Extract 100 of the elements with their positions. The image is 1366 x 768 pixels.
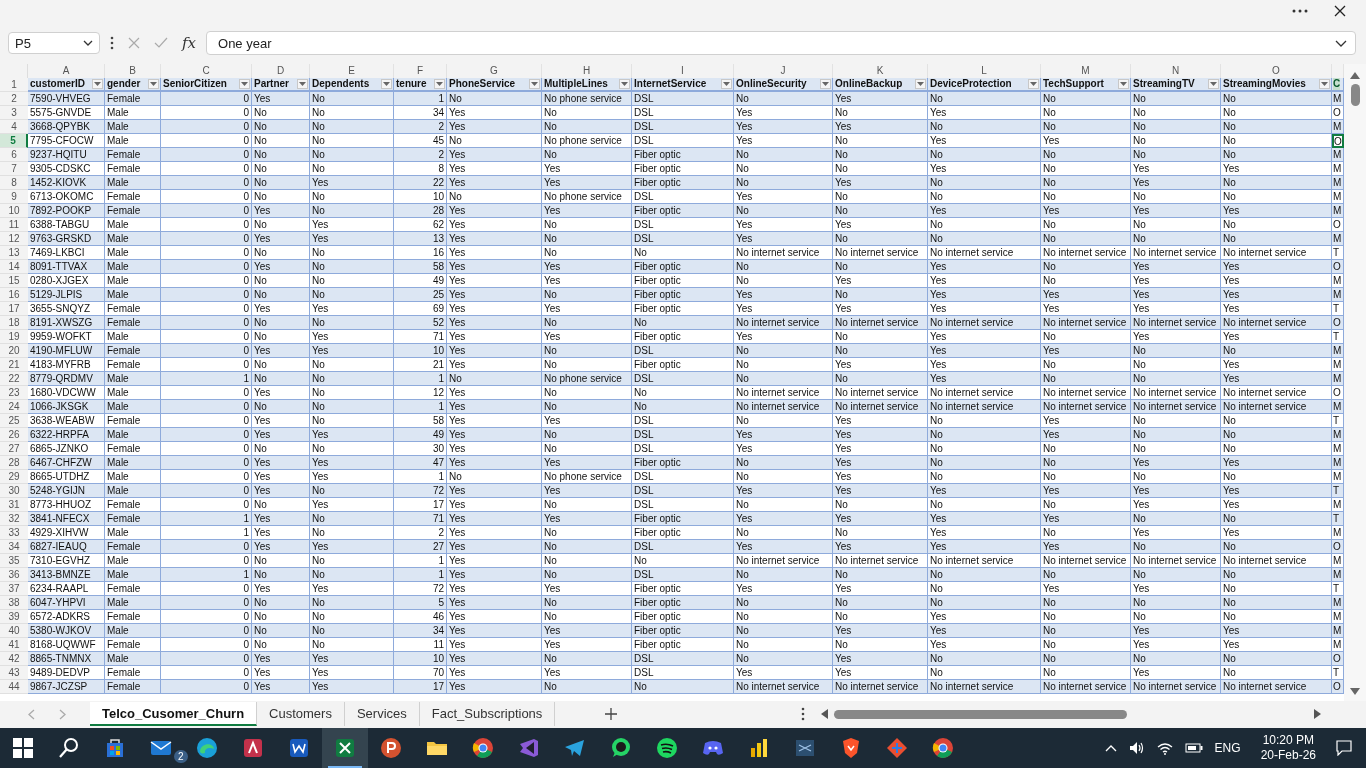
- filter-dropdown-button[interactable]: [239, 79, 250, 89]
- sheet-tab[interactable]: Fact_Subscriptions: [419, 702, 556, 726]
- filter-dropdown-button[interactable]: [148, 79, 159, 89]
- filter-dropdown-button[interactable]: [297, 79, 308, 89]
- row-number[interactable]: 25: [0, 414, 28, 428]
- row-number[interactable]: 27: [0, 442, 28, 456]
- windows-logo-icon[interactable]: [11, 736, 35, 760]
- caret-icon[interactable]: [83, 40, 93, 46]
- filter-dropdown-button[interactable]: [721, 79, 732, 89]
- app-tile-icon[interactable]: [333, 736, 357, 760]
- row-number[interactable]: 39: [0, 610, 28, 624]
- sheet-tab[interactable]: Customers: [257, 702, 345, 726]
- search-icon[interactable]: [57, 736, 81, 760]
- scroll-left-icon[interactable]: [821, 709, 829, 719]
- row-number[interactable]: 41: [0, 638, 28, 652]
- filter-dropdown-button[interactable]: [434, 79, 445, 89]
- scroll-up-icon[interactable]: [1350, 72, 1360, 79]
- app-tile-icon[interactable]: [379, 736, 403, 760]
- row-number[interactable]: 37: [0, 582, 28, 596]
- speech-bubble-icon[interactable]: [609, 736, 633, 760]
- row-number[interactable]: 44: [0, 680, 28, 694]
- filter-dropdown-button[interactable]: [1028, 79, 1039, 89]
- filter-dropdown-button[interactable]: [1118, 79, 1129, 89]
- filter-dropdown-button[interactable]: [381, 79, 392, 89]
- row-number[interactable]: 31: [0, 498, 28, 512]
- row-number[interactable]: 28: [0, 456, 28, 470]
- row-number[interactable]: 8: [0, 176, 28, 190]
- striped-circle-icon[interactable]: [655, 736, 679, 760]
- wifi-icon[interactable]: [1156, 741, 1173, 755]
- expand-icon[interactable]: [1335, 39, 1347, 47]
- sheet-tab[interactable]: Services: [344, 702, 420, 726]
- row-number[interactable]: 4: [0, 120, 28, 134]
- formula-input[interactable]: One year: [206, 31, 1356, 55]
- filter-dropdown-button[interactable]: [92, 79, 103, 89]
- row-number[interactable]: 32: [0, 512, 28, 526]
- row-number[interactable]: 42: [0, 652, 28, 666]
- language-indicator[interactable]: ENG: [1214, 741, 1241, 755]
- row-number[interactable]: 29: [0, 470, 28, 484]
- filter-dropdown-button[interactable]: [1208, 79, 1219, 89]
- clock-time[interactable]: 10:20 PM: [1262, 733, 1314, 748]
- row-number[interactable]: 13: [0, 246, 28, 260]
- filter-dropdown-button[interactable]: [619, 79, 630, 89]
- row-number[interactable]: 3: [0, 106, 28, 120]
- speaker-icon[interactable]: [1128, 741, 1145, 755]
- filter-dropdown-button[interactable]: [529, 79, 540, 89]
- check-icon[interactable]: [154, 37, 168, 49]
- row-number[interactable]: 19: [0, 330, 28, 344]
- row-number[interactable]: 43: [0, 666, 28, 680]
- app-tile-icon[interactable]: [287, 736, 311, 760]
- close-icon[interactable]: [1334, 5, 1346, 17]
- row-number[interactable]: 16: [0, 288, 28, 302]
- swirl-icon[interactable]: [195, 736, 219, 760]
- row-number[interactable]: 30: [0, 484, 28, 498]
- ring-icon[interactable]: [931, 736, 955, 760]
- chevron-up-icon[interactable]: [1104, 744, 1117, 752]
- row-number[interactable]: 1: [0, 78, 28, 92]
- app-tile-icon[interactable]: [241, 736, 265, 760]
- clock-date[interactable]: 20-Feb-26: [1260, 748, 1316, 763]
- row-number[interactable]: 22: [0, 372, 28, 386]
- row-number[interactable]: 14: [0, 260, 28, 274]
- row-number[interactable]: 33: [0, 526, 28, 540]
- scroll-right-icon[interactable]: [1314, 709, 1322, 719]
- row-number[interactable]: 17: [0, 302, 28, 316]
- row-number[interactable]: 26: [0, 428, 28, 442]
- row-number[interactable]: 7: [0, 162, 28, 176]
- more-icon[interactable]: [801, 707, 806, 721]
- row-number[interactable]: 10: [0, 204, 28, 218]
- sheet-tab[interactable]: Telco_Cusomer_Churn: [90, 702, 258, 726]
- ring-icon[interactable]: [471, 736, 495, 760]
- more-icon[interactable]: [1292, 9, 1308, 13]
- row-number[interactable]: 20: [0, 344, 28, 358]
- more-icon[interactable]: [110, 36, 114, 50]
- row-number[interactable]: 5: [0, 134, 28, 148]
- insert-function-button[interactable]: fx: [178, 34, 200, 52]
- row-number[interactable]: 18: [0, 316, 28, 330]
- name-box[interactable]: P5: [8, 32, 100, 54]
- row-number[interactable]: 38: [0, 596, 28, 610]
- filter-dropdown-button[interactable]: [820, 79, 831, 89]
- row-number[interactable]: 24: [0, 400, 28, 414]
- row-number[interactable]: 11: [0, 218, 28, 232]
- notification-icon[interactable]: [1336, 740, 1352, 756]
- scrollbar-thumb[interactable]: [1350, 84, 1360, 106]
- scroll-down-icon[interactable]: [1350, 688, 1360, 695]
- row-number[interactable]: 12: [0, 232, 28, 246]
- row-number[interactable]: 36: [0, 568, 28, 582]
- scrollbar-thumb[interactable]: [834, 709, 1128, 719]
- diamond-icon[interactable]: [885, 736, 909, 760]
- add-sheet-icon[interactable]: [605, 708, 618, 720]
- battery-icon[interactable]: [1184, 743, 1203, 753]
- row-number[interactable]: 34: [0, 540, 28, 554]
- row-number[interactable]: 35: [0, 554, 28, 568]
- row-number[interactable]: 2: [0, 92, 28, 106]
- row-number[interactable]: 40: [0, 624, 28, 638]
- row-number[interactable]: 23: [0, 386, 28, 400]
- row-number[interactable]: 9: [0, 190, 28, 204]
- filter-dropdown-button[interactable]: [915, 79, 926, 89]
- row-number[interactable]: 6: [0, 148, 28, 162]
- ribbon-icon[interactable]: [517, 736, 541, 760]
- row-number[interactable]: 15: [0, 274, 28, 288]
- filter-dropdown-button[interactable]: [1319, 79, 1330, 89]
